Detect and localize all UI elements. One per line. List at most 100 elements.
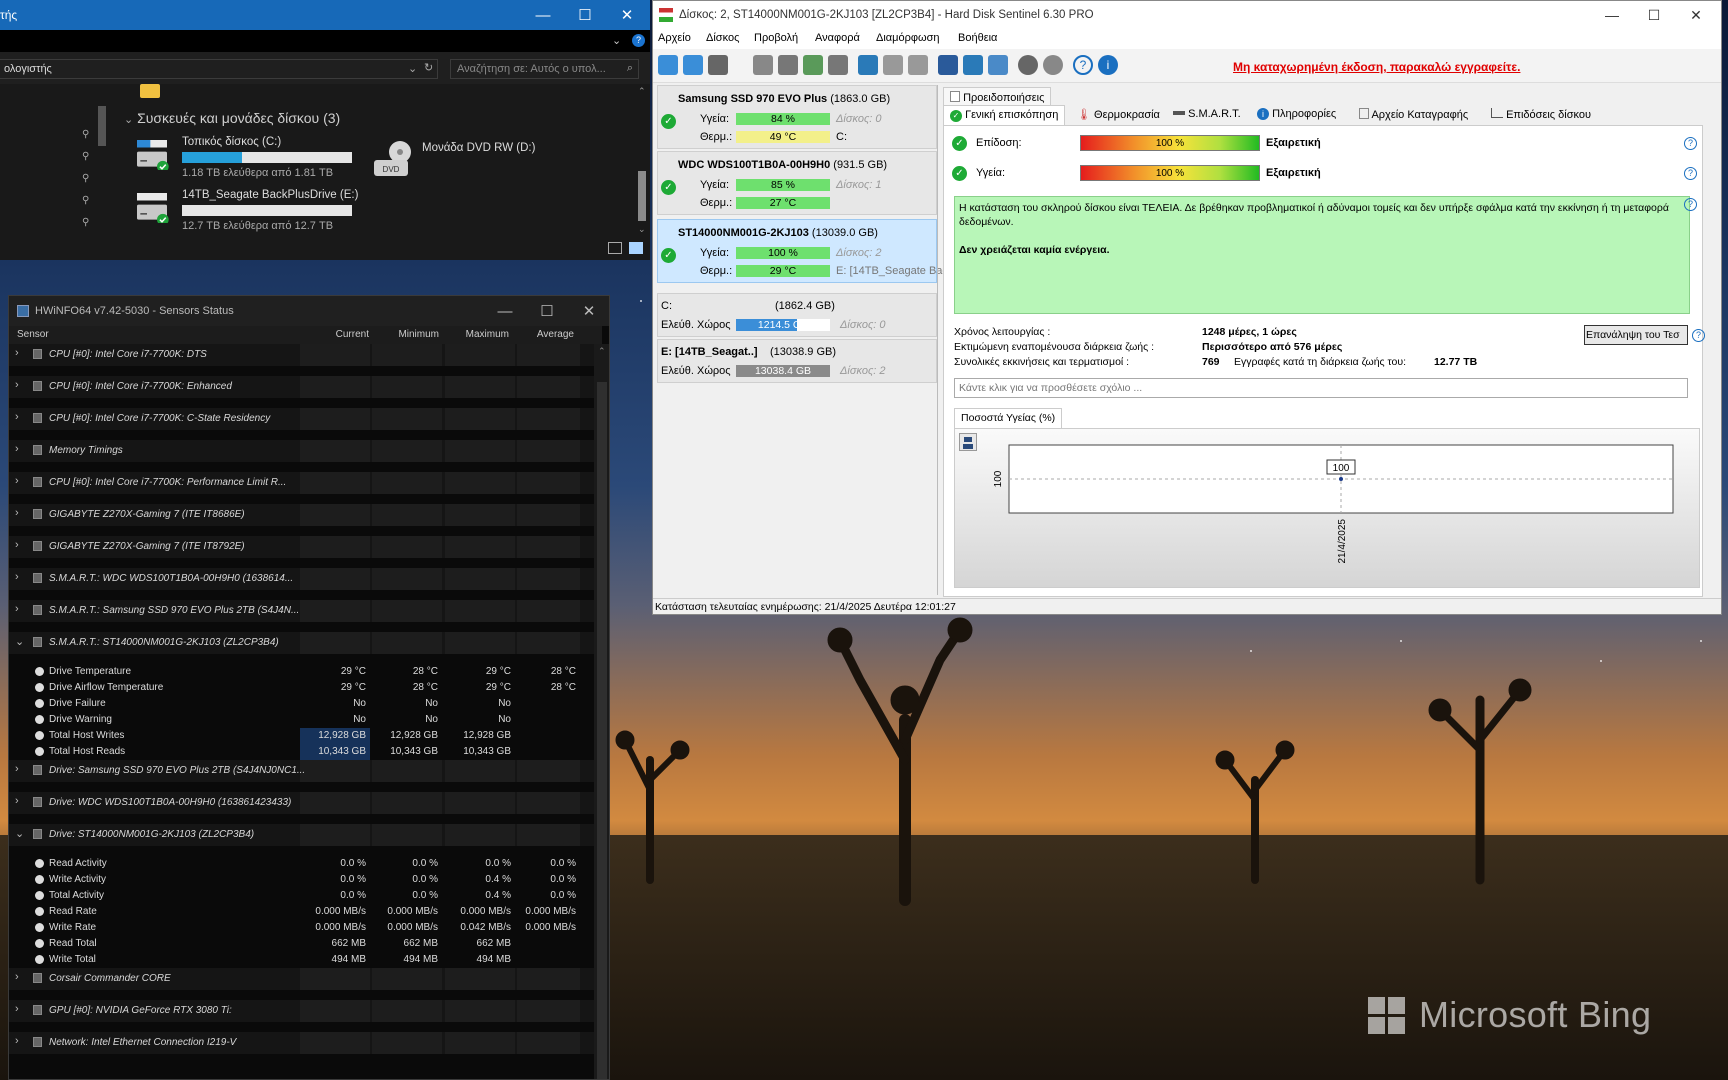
disk-panel-0[interactable]: Samsung SSD 970 EVO Plus (1863.0 GB) ✓ Υ… xyxy=(657,85,937,149)
sensor-group-row[interactable]: › S.M.A.R.T.: WDC WDS100T1B0A-00H9H0 (163… xyxy=(9,568,594,590)
column-header[interactable]: Current xyxy=(309,329,369,340)
tab-health-chart[interactable]: Ποσοστά Υγείας (%) xyxy=(954,408,1063,428)
column-header[interactable]: Sensor xyxy=(17,329,49,340)
sensor-row[interactable]: Total Activity 0.0 % 0.0 % 0.4 % 0.0 % xyxy=(9,888,594,904)
sensor-group-row[interactable]: › Drive: WDC WDS100T1B0A-00H9H0 (16386142… xyxy=(9,792,594,814)
report-icon[interactable] xyxy=(938,55,958,75)
sensor-group-row[interactable]: › S.M.A.R.T.: Samsung SSD 970 EVO Plus 2T… xyxy=(9,600,594,622)
search-input[interactable]: Αναζήτηση σε: Αυτός ο υπολ... ⌕ xyxy=(450,59,639,79)
details-view-icon[interactable] xyxy=(608,242,622,254)
splitter[interactable] xyxy=(937,85,938,595)
expand-icon[interactable]: › xyxy=(15,763,19,775)
help-icon[interactable]: ? xyxy=(1684,137,1697,150)
help-icon[interactable]: ? xyxy=(1684,167,1697,180)
minimize-button[interactable]: — xyxy=(1591,1,1633,29)
sensor-row[interactable]: Total Host Writes 12,928 GB 12,928 GB 12,92… xyxy=(9,728,594,744)
expand-icon[interactable]: › xyxy=(15,1035,19,1047)
menu-help[interactable]: Βοήθεια xyxy=(958,32,997,44)
expand-icon[interactable]: › xyxy=(15,971,19,983)
settings-icon[interactable] xyxy=(1018,55,1038,75)
sensor-row[interactable]: Read Total 662 MB 662 MB 662 MB xyxy=(9,936,594,952)
sensor-group-row[interactable]: › CPU [#0]: Intel Core i7-7700K: Performa… xyxy=(9,472,594,494)
column-header[interactable]: Average xyxy=(514,329,574,340)
expand-icon[interactable]: › xyxy=(15,539,19,551)
mail-icon[interactable] xyxy=(963,55,983,75)
list-icon[interactable] xyxy=(708,55,728,75)
chevron-down-icon[interactable]: ⌄ xyxy=(612,34,621,47)
sensor-group-row[interactable]: › Network: Intel Ethernet Connection I219… xyxy=(9,1032,594,1054)
sensor-row[interactable]: Drive Failure No No No xyxy=(9,696,594,712)
maximize-button[interactable]: ☐ xyxy=(526,296,568,326)
expand-icon[interactable]: ⌄ xyxy=(15,827,24,840)
sensor-row[interactable]: Read Activity 0.0 % 0.0 % 0.0 % 0.0 % xyxy=(9,856,594,872)
maximize-button[interactable]: ☐ xyxy=(564,0,606,30)
disk-panel-1[interactable]: WDC WDS100T1B0A-00H9H0 (931.5 GB) ✓ Υγεί… xyxy=(657,151,937,215)
sensor-group-row[interactable]: › GIGABYTE Z270X-Gaming 7 (ITE IT8686E) xyxy=(9,504,594,526)
tab-performance[interactable]: Επιδόσεις δίσκου xyxy=(1485,105,1597,125)
expand-icon[interactable]: › xyxy=(15,507,19,519)
sensor-group-row[interactable]: › CPU [#0]: Intel Core i7-7700K: Enhanced xyxy=(9,376,594,398)
menu-configuration[interactable]: Διαμόρφωση xyxy=(876,32,940,44)
devices-group-header[interactable]: ⌄ Συσκευές και μονάδες δίσκου (3) xyxy=(124,110,340,126)
tab-temperature[interactable]: 🌡 Θερμοκρασία xyxy=(1071,105,1166,125)
close-button[interactable]: ✕ xyxy=(606,0,648,30)
retest-button[interactable]: Επανάληψη του Τεσ xyxy=(1584,325,1688,345)
registration-link[interactable]: Μη καταχωρημένη έκδοση, παρακαλώ εγγραφε… xyxy=(1233,60,1520,74)
expand-icon[interactable]: › xyxy=(15,571,19,583)
minimize-button[interactable]: — xyxy=(484,296,526,326)
help-icon[interactable]: ? xyxy=(1692,329,1705,342)
sensor-row[interactable]: Write Rate 0.000 MB/s 0.000 MB/s 0.042 MB/s… xyxy=(9,920,594,936)
column-header[interactable]: Maximum xyxy=(449,329,509,340)
expand-icon[interactable]: › xyxy=(15,475,19,487)
disk-icon[interactable] xyxy=(753,55,773,75)
expand-icon[interactable]: › xyxy=(15,795,19,807)
maximize-button[interactable]: ☐ xyxy=(1633,1,1675,29)
expand-icon[interactable]: › xyxy=(15,379,19,391)
refresh-icon[interactable] xyxy=(658,55,678,75)
sensor-group-row[interactable]: ⌄ Drive: ST14000NM001G-2KJ103 (ZL2CP3B4) xyxy=(9,824,594,846)
dropdown-icon[interactable]: ⌄ xyxy=(408,62,417,75)
menu-file[interactable]: Αρχείο xyxy=(658,32,691,44)
comment-input[interactable]: Κάντε κλικ για να προσθέσετε σχόλιο ... xyxy=(954,378,1688,398)
close-button[interactable]: ✕ xyxy=(1675,1,1717,29)
tab-log[interactable]: Αρχείο Καταγραφής xyxy=(1353,105,1474,125)
menu-report[interactable]: Αναφορά xyxy=(815,32,860,44)
expand-icon[interactable]: › xyxy=(15,603,19,615)
tab-smart[interactable]: S.M.A.R.T. xyxy=(1167,105,1247,125)
sensor-row[interactable]: Drive Temperature 29 °C 28 °C 29 °C 28 °C xyxy=(9,664,594,680)
explorer-scrollbar[interactable]: ⌃ ⌄ xyxy=(636,86,648,236)
sensor-group-row[interactable]: ⌄ S.M.A.R.T.: ST14000NM001G-2KJ103 (ZL2CP… xyxy=(9,632,594,654)
refresh-all-icon[interactable] xyxy=(683,55,703,75)
sensor-group-row[interactable]: › Drive: Samsung SSD 970 EVO Plus 2TB (S4… xyxy=(9,760,594,782)
help-icon[interactable]: ? xyxy=(1684,198,1697,211)
menu-disk[interactable]: Δίσκος xyxy=(706,32,739,44)
expand-icon[interactable]: › xyxy=(15,443,19,455)
sound-icon[interactable] xyxy=(1043,55,1063,75)
column-header[interactable]: Minimum xyxy=(379,329,439,340)
tiles-view-icon[interactable] xyxy=(629,242,643,254)
sensor-row[interactable]: Write Activity 0.0 % 0.0 % 0.4 % 0.0 % xyxy=(9,872,594,888)
sensor-group-row[interactable]: › CPU [#0]: Intel Core i7-7700K: C-State … xyxy=(9,408,594,430)
hwinfo-scrollbar[interactable]: ⌃ xyxy=(594,344,609,1079)
scroll-up-icon[interactable]: ⌃ xyxy=(638,86,646,97)
disk-panel-2-selected[interactable]: ST14000NM001G-2KJ103 (13039.0 GB) ✓ Υγεί… xyxy=(657,219,948,283)
tab-information[interactable]: i Πληροφορίες xyxy=(1251,105,1342,125)
info-icon[interactable]: i xyxy=(1098,55,1118,75)
address-bar[interactable]: ολογιστής ⌄ ↻ xyxy=(0,59,438,79)
sensor-group-row[interactable]: › CPU [#0]: Intel Core i7-7700K: DTS xyxy=(9,344,594,366)
scroll-up-icon[interactable]: ⌃ xyxy=(598,346,606,357)
minimize-button[interactable]: — xyxy=(522,0,564,30)
sensor-group-row[interactable]: › Memory Timings xyxy=(9,440,594,462)
sensor-row[interactable]: Drive Warning No No No xyxy=(9,712,594,728)
tab-overview[interactable]: ✓ Γενική επισκόπηση xyxy=(943,105,1066,125)
sensor-group-row[interactable]: › GPU [#0]: NVIDIA GeForce RTX 3080 Ti: xyxy=(9,1000,594,1022)
hardware-icon[interactable] xyxy=(883,55,903,75)
sensor-group-row[interactable]: › GIGABYTE Z270X-Gaming 7 (ITE IT8792E) xyxy=(9,536,594,558)
close-button[interactable]: ✕ xyxy=(568,296,609,326)
tab-warnings[interactable]: Προειδοποιήσεις xyxy=(943,87,1052,107)
volume-panel-c[interactable]: C: (1862.4 GB) Ελεύθ. Χώρος 1214.5 GB Δί… xyxy=(657,293,937,337)
sensor-row[interactable]: Total Host Reads 10,343 GB 10,343 GB 10,343… xyxy=(9,744,594,760)
help-icon[interactable]: ? xyxy=(632,34,645,47)
expand-icon[interactable]: › xyxy=(15,1003,19,1015)
dvd-drive[interactable]: DVD Μονάδα DVD RW (D:) xyxy=(372,140,535,183)
